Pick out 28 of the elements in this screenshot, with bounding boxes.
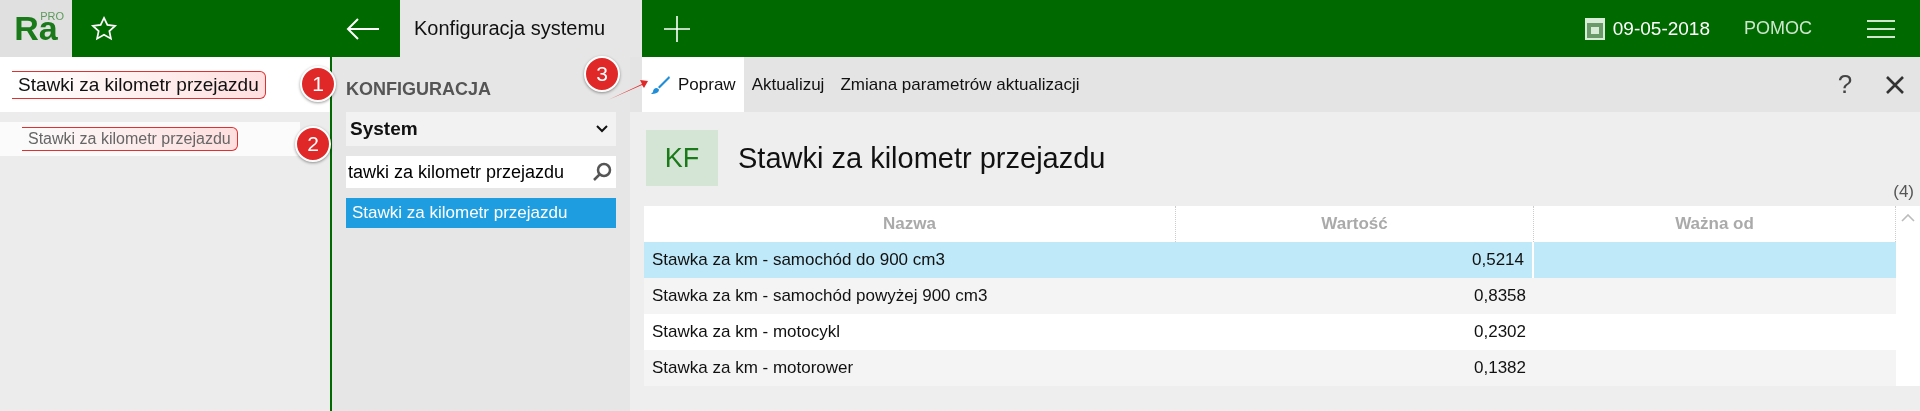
chevron-down-icon [596,125,608,133]
calendar-icon[interactable] [1584,17,1605,40]
table-cell: Stawka za km - motocykl [644,314,1176,350]
app-tab[interactable]: Konfiguracja systemu [400,0,642,57]
search-icon [592,162,612,182]
date-text[interactable]: 09-05-2018 [1612,17,1710,40]
search-field[interactable]: tawki za kilometr przejazdu [346,156,616,188]
app-logo[interactable]: RaPRO [0,0,72,57]
record-badge: KF [646,130,718,186]
table-cell: Stawka za km - motorower [644,350,1176,386]
table-cell: 0,1382 [1176,350,1534,386]
brush-icon [650,74,670,95]
toolbar-button[interactable]: Zmiana parametrów aktualizacji [832,57,1088,112]
table-cell: 0,2302 [1176,314,1534,350]
search-query[interactable]: Stawki za kilometr przejazdu [12,70,266,99]
help-link[interactable]: POMOC [1744,0,1852,57]
category-select[interactable]: System [346,112,616,146]
toolbar-button[interactable]: Popraw [642,57,744,112]
help-button[interactable]: ? [1820,57,1870,112]
record-count: (4) [1892,182,1915,203]
table-cell: Stawka za km - samochód powyżej 900 cm3 [644,278,1176,314]
table-cell: Stawka za km - samochód do 900 cm3 [644,242,1176,278]
toolbar-button[interactable]: Aktualizuj [743,57,833,112]
table-cell: 0,8358 [1176,278,1534,314]
table-cell: 0,5214 [1176,242,1534,278]
result-item[interactable]: Stawki za kilometr przejazdu [0,122,300,156]
page-title: Stawki za kilometr przejazdu [738,141,1106,175]
panel-title: KONFIGURACJA [346,79,492,100]
